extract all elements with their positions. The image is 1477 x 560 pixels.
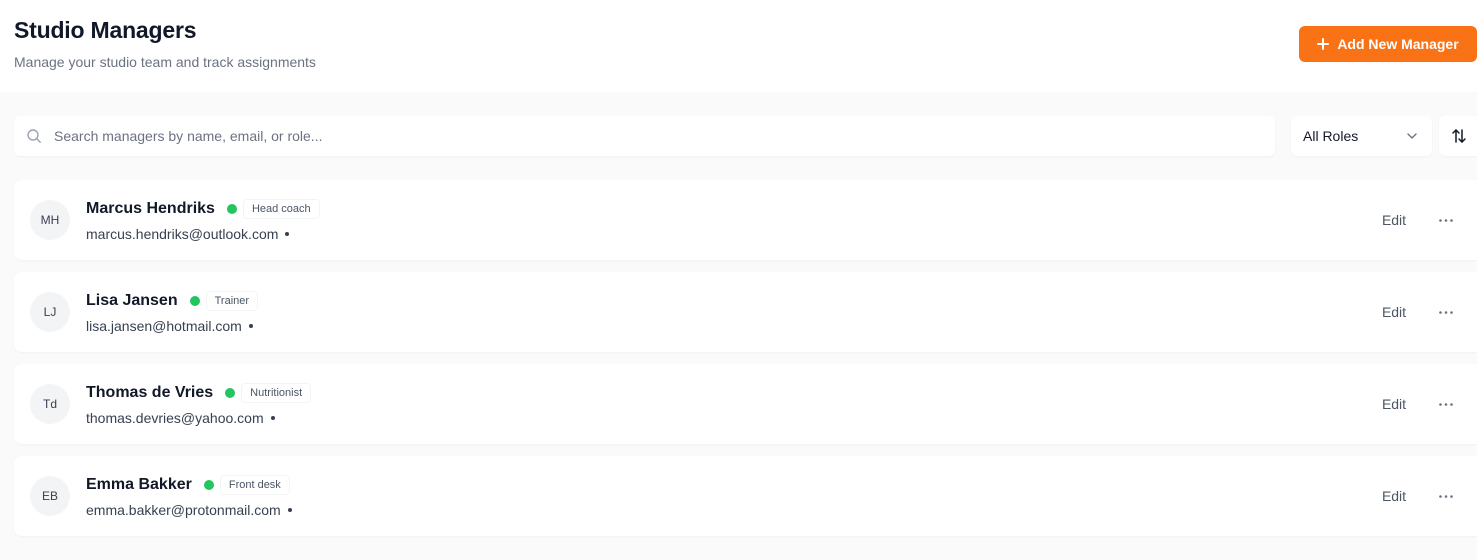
manager-name-row: Emma Bakker Front desk (86, 475, 290, 495)
chevron-down-icon (1407, 133, 1417, 139)
more-horizontal-icon (1439, 403, 1453, 406)
add-new-manager-label: Add New Manager (1337, 36, 1459, 52)
edit-button[interactable]: Edit (1370, 302, 1418, 322)
add-new-manager-button[interactable]: Add New Manager (1299, 26, 1477, 62)
manager-card: Td Thomas de Vries Nutritionist thomas.d… (14, 364, 1477, 444)
manager-email-row: emma.bakker@protonmail.com (86, 501, 292, 519)
manager-card: MH Marcus Hendriks Head coach marcus.hen… (14, 180, 1477, 260)
role-badge: Trainer (205, 291, 259, 311)
search-icon (27, 129, 41, 143)
separator-dot (248, 324, 253, 328)
more-actions-button[interactable] (1432, 210, 1460, 230)
avatar: EB (30, 476, 70, 516)
avatar: MH (30, 200, 70, 240)
separator-dot (287, 508, 292, 512)
more-actions-button[interactable] (1432, 486, 1460, 506)
manager-email-row: thomas.devries@yahoo.com (86, 409, 275, 427)
manager-email: lisa.jansen@hotmail.com (86, 318, 242, 334)
role-filter-value: All Roles (1303, 128, 1359, 144)
page-header: Studio Managers Manage your studio team … (0, 0, 1477, 92)
manager-name: Thomas de Vries (86, 384, 214, 401)
manager-email: thomas.devries@yahoo.com (86, 410, 264, 426)
avatar: LJ (30, 292, 70, 332)
more-horizontal-icon (1439, 311, 1453, 314)
manager-email: marcus.hendriks@outlook.com (86, 226, 279, 242)
sort-icon (1452, 129, 1466, 143)
more-horizontal-icon (1439, 219, 1453, 222)
manager-name-row: Thomas de Vries Nutritionist (86, 383, 312, 403)
manager-card: LJ Lisa Jansen Trainer lisa.jansen@hotma… (14, 272, 1477, 352)
more-actions-button[interactable] (1432, 302, 1460, 322)
search-box[interactable] (14, 116, 1275, 156)
manager-email-row: marcus.hendriks@outlook.com (86, 225, 290, 243)
manager-card: EB Emma Bakker Front desk emma.bakker@pr… (14, 456, 1477, 536)
manager-name: Lisa Jansen (86, 292, 178, 309)
more-horizontal-icon (1439, 495, 1453, 498)
role-badge: Nutritionist (241, 383, 312, 403)
role-badge: Front desk (219, 475, 290, 495)
manager-name: Emma Bakker (86, 476, 192, 493)
status-dot (189, 296, 200, 306)
more-actions-button[interactable] (1432, 394, 1460, 414)
role-filter-select[interactable]: All Roles (1291, 116, 1432, 156)
separator-dot (270, 416, 275, 420)
manager-name-row: Lisa Jansen Trainer (86, 291, 259, 311)
manager-name: Marcus Hendriks (86, 200, 215, 217)
edit-button[interactable]: Edit (1370, 394, 1418, 414)
plus-icon (1317, 38, 1330, 50)
separator-dot (285, 232, 290, 236)
status-dot (203, 480, 214, 490)
search-input[interactable] (54, 116, 1264, 156)
role-badge: Head coach (242, 199, 320, 219)
edit-button[interactable]: Edit (1370, 210, 1418, 230)
page-subtitle: Manage your studio team and track assign… (14, 54, 316, 70)
manager-email: emma.bakker@protonmail.com (86, 502, 281, 518)
manager-email-row: lisa.jansen@hotmail.com (86, 317, 253, 335)
avatar: Td (30, 384, 70, 424)
status-dot (226, 204, 237, 214)
page-title: Studio Managers (14, 17, 197, 43)
edit-button[interactable]: Edit (1370, 486, 1418, 506)
sort-button[interactable] (1439, 116, 1477, 156)
manager-name-row: Marcus Hendriks Head coach (86, 199, 320, 219)
status-dot (225, 388, 236, 398)
